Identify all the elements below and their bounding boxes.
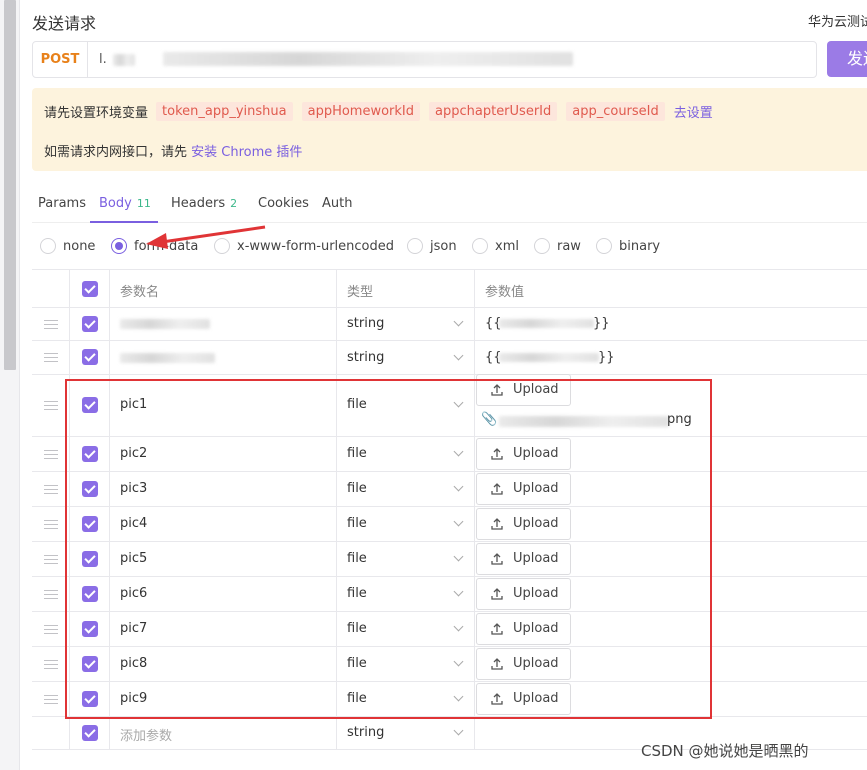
setup-env-link[interactable]: 去设置 (674, 102, 713, 121)
install-plugin-link[interactable]: 安装 Chrome 插件 (191, 145, 302, 160)
project-name: 华为云测试 (808, 15, 867, 30)
request-tabs: Params Body 11 Headers 2 Cookies Auth (32, 183, 867, 223)
table-row: string {{}} (32, 308, 867, 341)
radio-raw[interactable]: raw (534, 238, 581, 254)
watermark: CSDN @她说她是晒黑的 (641, 742, 809, 760)
env-var-tag[interactable]: appHomeworkId (301, 102, 421, 121)
param-type[interactable]: string (347, 316, 384, 331)
column-header-type: 类型 (347, 285, 374, 300)
url-bar[interactable]: POST l. (32, 41, 817, 78)
row-checkbox[interactable] (82, 316, 98, 332)
radio-xml[interactable]: xml (472, 238, 519, 254)
scrollbar[interactable] (4, 0, 16, 370)
chevron-down-icon (453, 350, 464, 361)
env-var-tag[interactable]: token_app_yinshua (156, 102, 293, 121)
column-header-value: 参数值 (485, 285, 525, 300)
tab-cookies[interactable]: Cookies (258, 196, 309, 211)
blurred-value (499, 353, 599, 362)
row-checkbox[interactable] (82, 349, 98, 365)
send-button[interactable]: 发送 (827, 41, 867, 77)
param-type[interactable]: string (347, 350, 384, 365)
radio-none[interactable]: none (40, 238, 95, 254)
drag-handle-icon[interactable] (44, 485, 58, 494)
blurred-url (163, 52, 573, 66)
drag-handle-icon[interactable] (44, 450, 58, 459)
blurred-param-name (120, 353, 215, 363)
drag-handle-icon[interactable] (44, 590, 58, 599)
form-data-table: 参数名 类型 参数值 string {{}} string {{}} pic1 … (32, 269, 867, 750)
tab-auth[interactable]: Auth (322, 196, 352, 211)
table-header-row: 参数名 类型 参数值 (32, 270, 867, 308)
env-notice: 请先设置环境变量 token_app_yinshua appHomeworkId… (32, 88, 867, 171)
drag-handle-icon[interactable] (44, 555, 58, 564)
url-input[interactable]: l. (99, 42, 107, 77)
left-gutter (0, 0, 20, 770)
radio-binary[interactable]: binary (596, 238, 660, 254)
annotation-highlight-box (65, 379, 712, 719)
tab-headers[interactable]: Headers 2 (171, 196, 237, 211)
drag-handle-icon[interactable] (44, 625, 58, 634)
chevron-down-icon (453, 725, 464, 736)
tab-params[interactable]: Params (38, 196, 86, 211)
drag-handle-icon[interactable] (44, 401, 58, 410)
add-param-input[interactable]: 添加参数 (120, 725, 172, 744)
param-type[interactable]: string (347, 725, 384, 740)
env-var-tag[interactable]: appchapterUserId (429, 102, 558, 121)
drag-handle-icon[interactable] (44, 353, 58, 362)
drag-handle-icon[interactable] (44, 520, 58, 529)
drag-handle-icon[interactable] (44, 660, 58, 669)
drag-handle-icon[interactable] (44, 695, 58, 704)
row-checkbox[interactable] (82, 725, 98, 741)
blurred-value (499, 319, 594, 328)
intranet-notice-text: 如需请求内网接口，请先 (44, 145, 188, 160)
column-header-name: 参数名 (120, 285, 160, 300)
tab-body[interactable]: Body 11 (99, 196, 151, 211)
drag-handle-icon[interactable] (44, 320, 58, 329)
blurred-param-name (120, 319, 210, 329)
annotation-arrow-icon (146, 225, 266, 249)
env-notice-label: 请先设置环境变量 (44, 106, 149, 121)
radio-json[interactable]: json (407, 238, 457, 254)
select-all-checkbox[interactable] (82, 281, 98, 297)
chevron-down-icon (453, 316, 464, 327)
env-var-tag[interactable]: app_courseId (566, 102, 665, 121)
table-row: string {{}} (32, 341, 867, 375)
blurred-url-part (113, 54, 135, 66)
method-select[interactable]: POST (33, 42, 88, 77)
page-title: 发送请求 (32, 14, 97, 33)
